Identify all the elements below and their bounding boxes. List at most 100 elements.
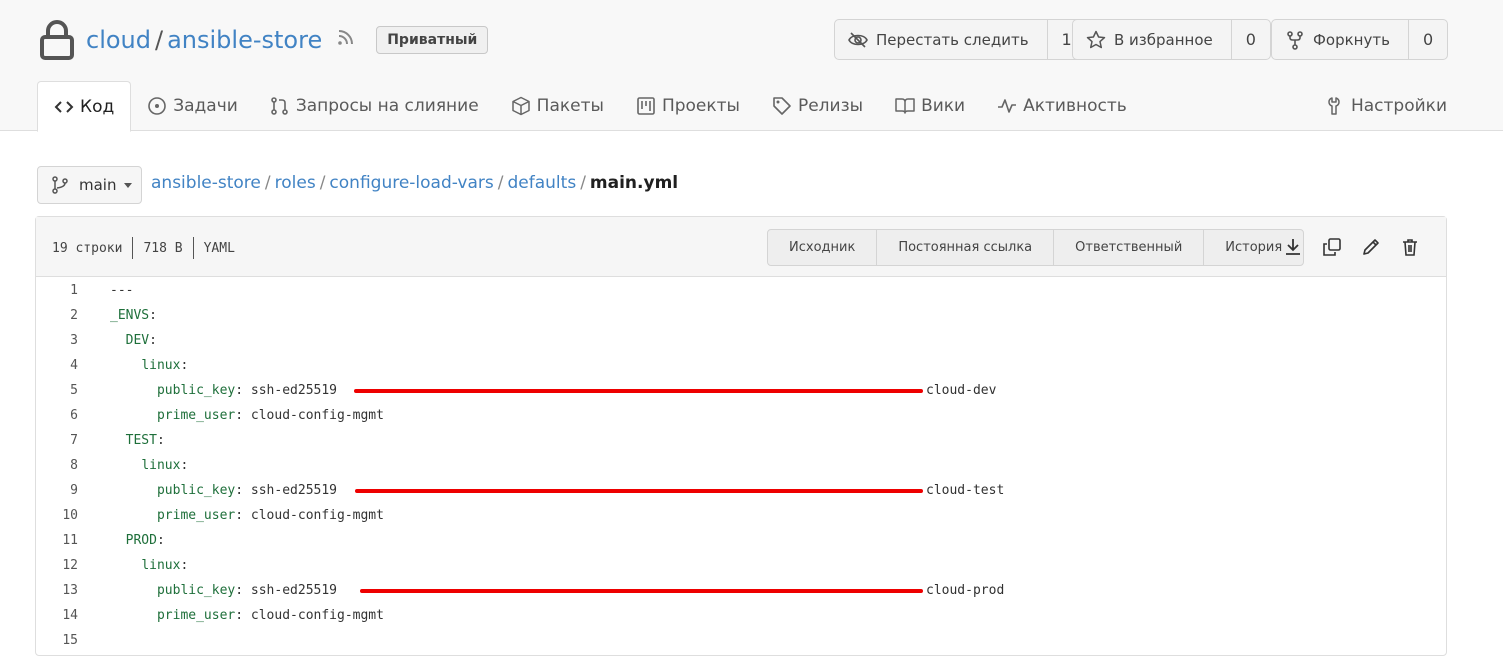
code-line: 4 linux: [36, 353, 1446, 378]
tab-label: Проекты [661, 96, 740, 116]
line-number[interactable]: 9 [36, 478, 78, 503]
code-line: 1 --- [36, 278, 1446, 303]
line-content: --- [110, 278, 133, 303]
fork-icon [1287, 30, 1303, 50]
line-number[interactable]: 15 [36, 628, 78, 653]
breadcrumb-configure-load-vars[interactable]: configure-load-vars [329, 173, 493, 193]
yaml-key: prime_user [156, 508, 236, 523]
chevron-down-icon [124, 182, 133, 188]
edit-icon[interactable] [1361, 237, 1381, 257]
repo-name-link[interactable]: ansible-store [167, 26, 322, 54]
line-number[interactable]: 13 [36, 578, 78, 603]
code-view: 1 --- 2 _ENVS: 3 DEV: 4 linux: 5 public_key: s… [36, 278, 1446, 653]
file-action-buttons: Исходник Постоянная ссылка Ответственный… [767, 229, 1305, 266]
settings-label: Настройки [1350, 96, 1447, 116]
tab-pull-requests[interactable]: Запросы на слияние [254, 81, 495, 131]
tab-label: Активность [1023, 96, 1127, 116]
divider [192, 237, 194, 259]
tab-activity[interactable]: Активность [981, 81, 1143, 131]
blame-button[interactable]: Ответственный [1054, 230, 1205, 265]
tab-settings[interactable]: Настройки [1325, 81, 1447, 131]
star-icon [1086, 30, 1106, 48]
line-content: linux: [110, 353, 188, 378]
redaction-mark [355, 489, 923, 493]
code-line: 3 DEV: [36, 328, 1446, 353]
line-content: TEST: [110, 428, 165, 453]
pulse-icon [998, 99, 1017, 113]
permalink-button[interactable]: Постоянная ссылка [877, 230, 1055, 265]
tools-icon [1328, 97, 1340, 115]
yaml-key: TEST [125, 433, 157, 448]
tab-code[interactable]: Код [37, 81, 132, 132]
file-line-count: 19 строки [52, 240, 123, 256]
tab-label: Пакеты [536, 96, 604, 116]
star-label: В избранное [1114, 30, 1213, 49]
download-icon[interactable] [1283, 237, 1303, 257]
yaml-key: public_key [156, 383, 236, 398]
code-line: 6 prime_user: cloud-config-mgmt [36, 403, 1446, 428]
key-comment: cloud-prod [926, 583, 1005, 598]
breadcrumb-roles[interactable]: roles [275, 173, 316, 193]
file-size: 718 B [143, 240, 183, 256]
repo-tabs: Код Задачи Запросы на слияние Пакеты Про… [37, 81, 1143, 132]
line-content: prime_user: cloud-config-mgmt [110, 503, 384, 528]
star-count[interactable]: 0 [1232, 20, 1270, 59]
star-button[interactable]: В избранное [1073, 20, 1232, 59]
tab-wiki[interactable]: Вики [879, 81, 981, 131]
repo-header: cloud / ansible-store Приватный Перестат… [0, 0, 1503, 132]
line-number[interactable]: 12 [36, 553, 78, 578]
yaml-value: : [149, 308, 157, 323]
yaml-key: prime_user [156, 408, 236, 423]
line-number[interactable]: 11 [36, 528, 78, 553]
line-number[interactable]: 1 [36, 278, 78, 303]
unwatch-button[interactable]: Перестать следить [835, 20, 1048, 59]
line-content: public_key: ssh-ed25519 [110, 378, 337, 403]
redaction-mark [354, 389, 923, 393]
line-number[interactable]: 4 [36, 353, 78, 378]
breadcrumb-repo[interactable]: ansible-store [151, 173, 261, 193]
yaml-value: : [180, 458, 189, 473]
tab-label: Запросы на слияние [295, 96, 479, 116]
eye-slash-icon [848, 31, 868, 48]
yaml-key: public_key [156, 583, 236, 598]
fork-button[interactable]: Форкнуть [1272, 20, 1409, 59]
line-number[interactable]: 14 [36, 603, 78, 628]
file-viewer: 19 строки 718 B YAML Исходник Постоянная… [35, 216, 1447, 656]
repo-owner-link[interactable]: cloud [86, 26, 151, 54]
copy-icon[interactable] [1322, 237, 1342, 257]
package-icon [511, 96, 530, 116]
fork-count[interactable]: 0 [1409, 20, 1447, 59]
repo-title: cloud / ansible-store Приватный [38, 18, 489, 62]
line-number[interactable]: 10 [36, 503, 78, 528]
breadcrumb-defaults[interactable]: defaults [508, 173, 577, 193]
tab-issues[interactable]: Задачи [131, 81, 254, 131]
file-info: 19 строки 718 B YAML [52, 237, 235, 259]
branch-selector[interactable]: main [37, 166, 142, 204]
line-content: linux: [110, 453, 188, 478]
line-number[interactable]: 2 [36, 303, 78, 328]
tab-releases[interactable]: Релизы [756, 81, 879, 131]
raw-button[interactable]: Исходник [768, 230, 878, 265]
trash-icon[interactable] [1400, 237, 1420, 257]
line-number[interactable]: 6 [36, 403, 78, 428]
line-number[interactable]: 8 [36, 453, 78, 478]
tab-packages[interactable]: Пакеты [495, 81, 620, 131]
breadcrumb-separator: / [580, 173, 586, 193]
line-number[interactable]: 3 [36, 328, 78, 353]
repo-path-separator: / [155, 26, 164, 54]
watch-button-group: Перестать следить 1 [834, 19, 1087, 60]
tab-projects[interactable]: Проекты [620, 81, 756, 131]
line-number[interactable]: 7 [36, 428, 78, 453]
yaml-key: _ENVS [110, 308, 150, 323]
rss-icon[interactable] [336, 27, 356, 47]
branch-name: main [79, 176, 117, 194]
yaml-value: : cloud-config-mgmt [235, 408, 384, 423]
breadcrumb-current-file: main.yml [589, 173, 679, 193]
line-number[interactable]: 5 [36, 378, 78, 403]
star-button-group: В избранное 0 [1072, 19, 1271, 60]
